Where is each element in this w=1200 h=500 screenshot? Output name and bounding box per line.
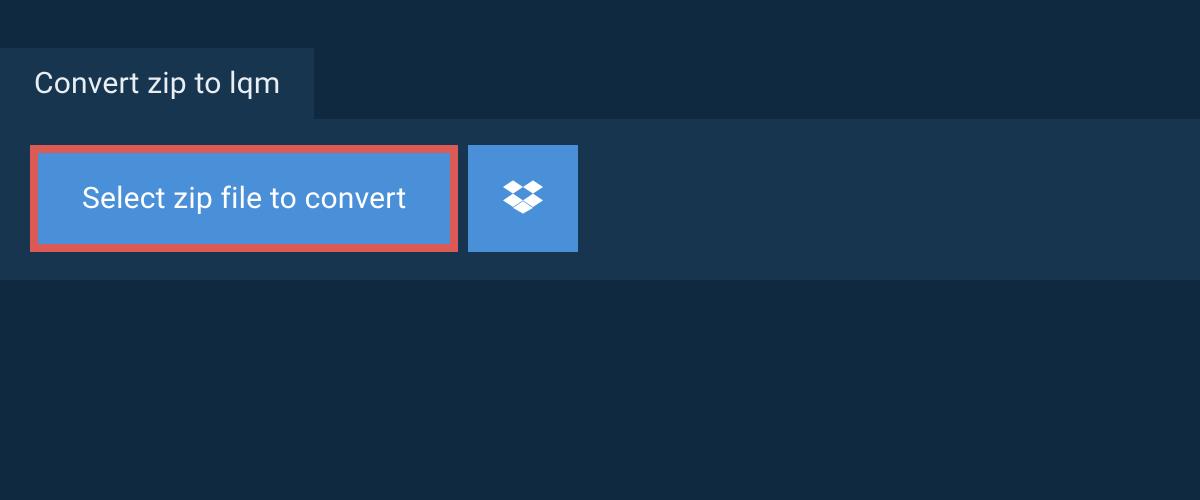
select-file-label: Select zip file to convert	[82, 181, 406, 216]
select-file-button[interactable]: Select zip file to convert	[30, 145, 458, 252]
tab-bar: Convert zip to lqm	[0, 0, 1200, 119]
dropbox-icon	[503, 177, 543, 221]
button-row: Select zip file to convert	[30, 145, 1170, 252]
tab-convert[interactable]: Convert zip to lqm	[0, 48, 314, 119]
main-panel: Select zip file to convert	[0, 119, 1200, 280]
tab-title: Convert zip to lqm	[34, 66, 280, 101]
dropbox-button[interactable]	[468, 145, 578, 252]
